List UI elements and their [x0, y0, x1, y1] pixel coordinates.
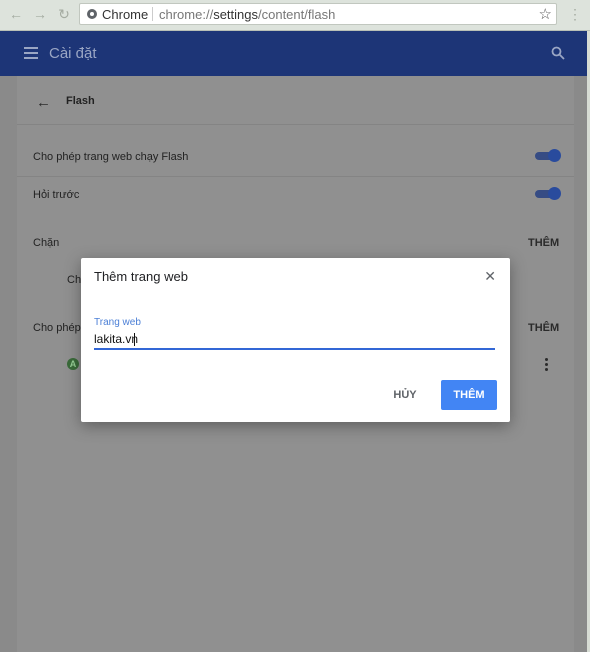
allow-flash-toggle[interactable]	[535, 149, 561, 163]
close-icon[interactable]: ✕	[484, 269, 496, 283]
chrome-icon	[87, 9, 97, 19]
add-button[interactable]: THÊM	[441, 380, 497, 410]
add-site-dialog: Thêm trang web ✕ Trang web HỦY THÊM	[81, 258, 510, 422]
back-icon[interactable]: ←	[8, 6, 24, 22]
section-title: Flash	[66, 95, 95, 107]
allow-add-button[interactable]: THÊM	[528, 322, 559, 334]
allow-flash-label: Cho phép trang web chạy Flash	[33, 151, 189, 163]
browser-toolbar: ← → ↻ Chrome chrome://settings/content/f…	[0, 0, 590, 31]
ask-first-label: Hỏi trước	[33, 189, 80, 201]
more-actions-icon[interactable]	[545, 358, 549, 372]
block-add-button[interactable]: THÊM	[528, 237, 559, 249]
forward-icon[interactable]: →	[32, 6, 48, 22]
settings-header: Cài đặt	[0, 31, 587, 76]
site-name: Chrome	[102, 7, 149, 22]
block-empty-text: Ch	[67, 274, 82, 286]
bookmark-star-icon[interactable]: ☆	[539, 5, 552, 23]
allow-heading: Cho phép	[33, 322, 81, 334]
site-favicon-icon: A	[67, 358, 79, 370]
cancel-button[interactable]: HỦY	[382, 381, 428, 409]
address-url[interactable]: chrome://settings/content/flash	[159, 7, 335, 22]
divider	[17, 124, 574, 125]
search-icon[interactable]	[551, 46, 565, 60]
menu-icon[interactable]	[24, 47, 38, 59]
site-field-label: Trang web	[94, 317, 141, 328]
address-separator	[152, 7, 153, 21]
text-caret	[134, 333, 135, 346]
ask-first-toggle[interactable]	[535, 187, 561, 201]
divider	[17, 176, 574, 177]
reload-icon[interactable]: ↻	[56, 6, 72, 22]
page-title: Cài đặt	[49, 45, 97, 62]
back-arrow-icon[interactable]: ←	[36, 94, 51, 111]
address-bar[interactable]: Chrome chrome://settings/content/flash ☆	[79, 3, 557, 25]
browser-menu-icon[interactable]: ⋮	[568, 6, 582, 22]
dialog-title: Thêm trang web	[94, 269, 188, 284]
block-heading: Chặn	[33, 237, 60, 249]
site-input[interactable]	[94, 330, 495, 350]
